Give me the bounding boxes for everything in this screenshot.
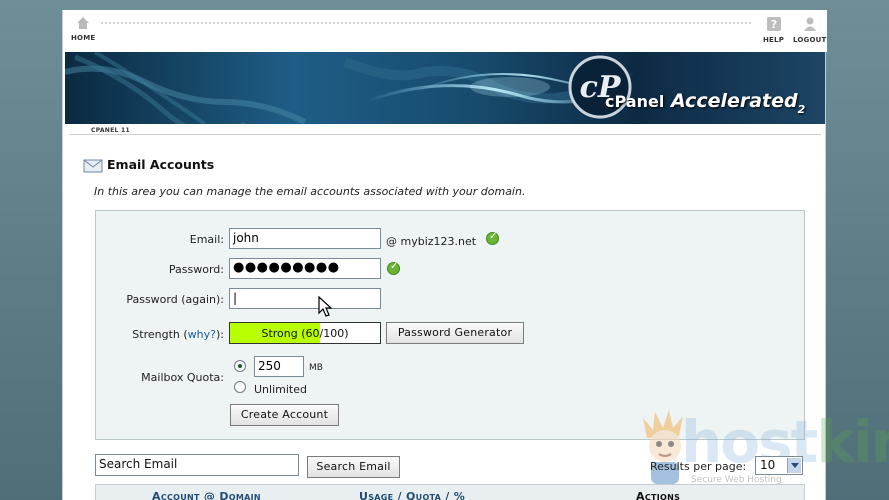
password-again-field[interactable]: | — [229, 288, 381, 309]
password-label: Password: — [168, 263, 224, 276]
help-icon: ? — [766, 17, 781, 31]
help-button[interactable]: ? HELP — [763, 16, 784, 44]
chevron-down-icon — [787, 458, 801, 473]
cpanel-banner: cP cPanel Accelerated2 — [65, 52, 825, 124]
quota-label: Mailbox Quota: — [141, 371, 224, 384]
email-field[interactable]: john — [229, 228, 381, 249]
results-per-page-label: Results per page: — [650, 460, 747, 473]
search-email-input[interactable]: Search Email — [95, 454, 299, 476]
strength-label-close: ): — [216, 328, 224, 341]
home-icon — [77, 17, 90, 29]
domain-text: @ mybiz123.net — [386, 235, 477, 248]
logout-icon — [803, 17, 816, 31]
brand-accelerated: Accelerated — [670, 90, 798, 112]
brand-text: cPanel Accelerated2 — [605, 90, 805, 116]
accounts-table-header: Account @ Domain Usage / Quota / % Actio… — [95, 484, 805, 500]
password-generator-button[interactable]: Password Generator — [386, 322, 524, 344]
page-intro: In this area you can manage the email ac… — [94, 185, 526, 198]
svg-text:?: ? — [770, 18, 777, 31]
page-title: Email Accounts — [107, 157, 215, 172]
quota-limited-radio[interactable] — [234, 360, 246, 372]
email-valid-icon — [486, 231, 499, 245]
watermark-king: king — [816, 408, 889, 476]
quota-unit: MB — [309, 363, 323, 373]
col-account-domain[interactable]: Account @ Domain — [152, 490, 261, 500]
email-label: Email: — [189, 233, 224, 246]
brand-number: 2 — [797, 103, 806, 116]
password-field[interactable]: ●●●●●●●●● — [229, 258, 381, 279]
strength-text: Strong (60/100) — [261, 327, 349, 340]
home-label: HOME — [71, 34, 96, 42]
cpanel-page: HOME ? HELP LOGOUT cP cPanel Accelerated… — [62, 10, 889, 500]
results-per-page-select[interactable]: 10 — [755, 456, 803, 475]
mouse-cursor-icon — [318, 296, 333, 317]
home-button[interactable]: HOME — [71, 16, 95, 42]
add-account-form: Email: john @ mybiz123.net Password: ●●●… — [95, 210, 805, 440]
create-account-button[interactable]: Create Account — [230, 404, 339, 426]
top-nav: HOME ? HELP LOGOUT — [63, 10, 827, 52]
quota-unlimited-radio[interactable] — [234, 381, 246, 393]
password-again-label: Password (again): — [126, 293, 224, 306]
brand-cpanel: cPanel — [605, 92, 665, 111]
strength-label: Strength (why?): — [64, 328, 224, 341]
quota-unlimited-label: Unlimited — [254, 383, 307, 396]
col-actions: Actions — [636, 490, 681, 500]
breadcrumb[interactable]: CPANEL 11 — [91, 127, 130, 134]
nav-divider — [101, 22, 751, 24]
logout-label: LOGOUT — [793, 36, 827, 44]
strength-why-link[interactable]: why? — [188, 328, 216, 341]
strength-meter: Strong (60/100) — [229, 322, 381, 344]
breadcrumb-divider — [69, 134, 821, 135]
quota-field[interactable]: 250 — [254, 356, 304, 377]
col-usage-quota[interactable]: Usage / Quota / % — [359, 490, 465, 500]
help-label: HELP — [763, 36, 785, 44]
results-per-page-value: 10 — [760, 458, 776, 472]
logout-button[interactable]: LOGOUT — [793, 16, 827, 44]
email-icon — [83, 159, 103, 173]
search-email-button[interactable]: Search Email — [307, 456, 400, 478]
strength-label-open: Strength ( — [132, 328, 188, 341]
password-valid-icon — [387, 261, 400, 275]
